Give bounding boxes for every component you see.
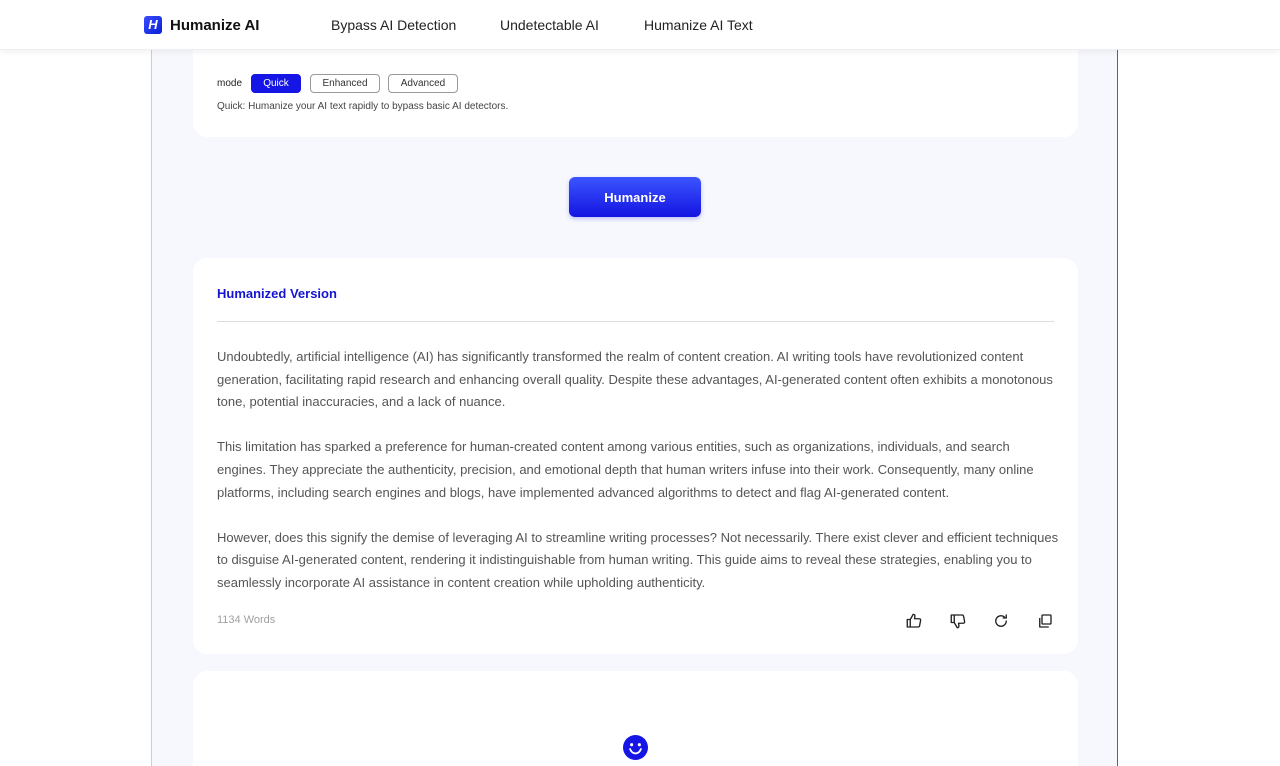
result-paragraph: Undoubtedly, artificial intelligence (AI… bbox=[217, 349, 1053, 410]
brand-name: Humanize AI bbox=[170, 16, 260, 34]
bottom-panel bbox=[193, 671, 1078, 766]
copy-icon[interactable] bbox=[1036, 612, 1054, 630]
humanize-button[interactable]: Humanize bbox=[569, 177, 701, 217]
nav-bypass-ai-detection[interactable]: Bypass AI Detection bbox=[331, 17, 456, 33]
main-content: mode Quick Enhanced Advanced Quick: Huma… bbox=[151, 30, 1118, 766]
result-paragraph: This limitation has sparked a preference… bbox=[217, 439, 1034, 500]
mode-description: Quick: Humanize your AI text rapidly to … bbox=[217, 101, 509, 112]
top-header: H Humanize AI Bypass AI Detection Undete… bbox=[0, 0, 1280, 50]
result-divider bbox=[217, 321, 1054, 322]
thumbs-up-icon[interactable] bbox=[905, 612, 923, 630]
mode-enhanced-button[interactable]: Enhanced bbox=[310, 74, 380, 93]
mode-quick-button[interactable]: Quick bbox=[251, 74, 301, 93]
nav-undetectable-ai[interactable]: Undetectable AI bbox=[500, 17, 599, 33]
nav-humanize-ai-text[interactable]: Humanize AI Text bbox=[644, 17, 753, 33]
result-paragraph: However, does this signify the demise of… bbox=[217, 529, 1059, 590]
thumbs-down-icon[interactable] bbox=[949, 612, 967, 630]
result-text[interactable]: Undoubtedly, artificial intelligence (AI… bbox=[217, 346, 1062, 617]
smiley-icon bbox=[623, 735, 648, 760]
logo-mark-icon: H bbox=[144, 16, 162, 34]
brand-logo[interactable]: H Humanize AI bbox=[144, 16, 259, 34]
mode-advanced-button[interactable]: Advanced bbox=[388, 74, 458, 93]
mode-label: mode bbox=[217, 78, 243, 89]
word-count: 1134 Words bbox=[217, 614, 276, 626]
result-title: Humanized Version bbox=[217, 286, 337, 301]
result-panel: Humanized Version Undoubtedly, artificia… bbox=[193, 258, 1078, 654]
regenerate-icon[interactable] bbox=[992, 612, 1010, 630]
